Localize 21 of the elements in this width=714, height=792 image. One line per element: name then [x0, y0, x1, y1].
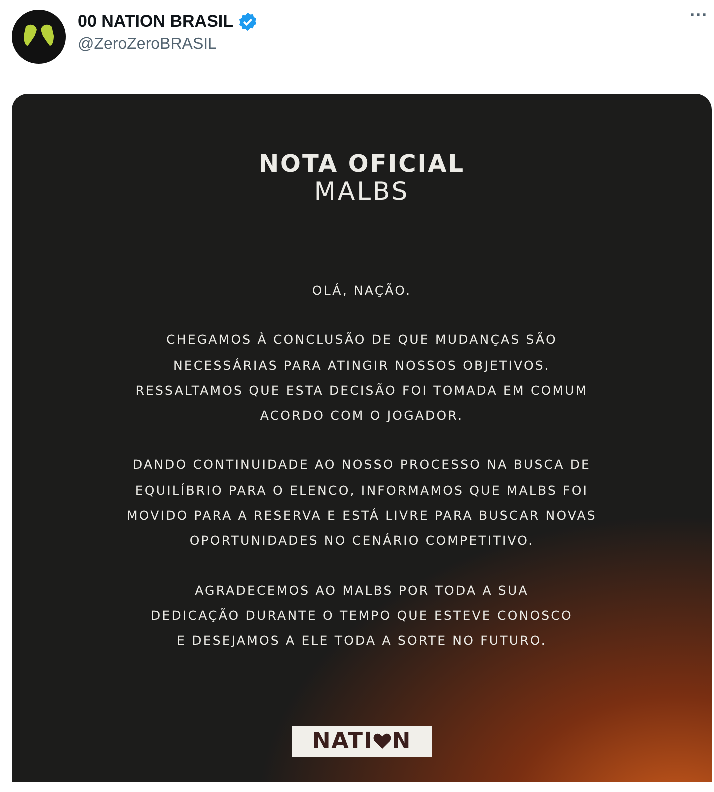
nation-logo: NATI N	[292, 726, 432, 757]
notice-line: E DESEJAMOS A ELE TODA A SORTE NO FUTURO.	[177, 632, 547, 650]
notice-line: NECESSÁRIAS PARA ATINGIR NOSSOS OBJETIVOS.	[173, 356, 551, 375]
notice-line: AGRADECEMOS AO MALBS POR TODA A SUA	[195, 582, 529, 600]
notice-line: OPORTUNIDADES NO CENÁRIO COMPETITIVO.	[190, 532, 534, 550]
image-title: NOTA OFICIAL	[258, 150, 466, 178]
image-subtitle: MALBS	[314, 178, 410, 206]
notice-line: ACORDO COM O JOGADOR.	[260, 407, 464, 426]
notice-line: DEDICAÇÃO DURANTE O TEMPO QUE ESTEVE CONOSCO	[151, 606, 573, 625]
avatar-icon[interactable]	[12, 10, 66, 64]
notice-line: RESSALTAMOS QUE ESTA DECISÃO FOI TOMADA EM COMUM	[136, 382, 588, 400]
notice-line: DANDO CONTINUIDADE AO NOSSO PROCESSO NA BUSCA DE	[132, 456, 592, 474]
notice-line: OLÁ, NAÇÃO.	[312, 282, 412, 300]
heart-icon	[373, 732, 392, 750]
post-image[interactable]	[12, 94, 712, 782]
notice-line: MOVIDO PARA A RESERVA E ESTÁ LIVRE PARA BUSCAR NOVAS	[127, 507, 597, 526]
author-name[interactable]: 00 NATION BRASIL	[78, 12, 234, 32]
author-handle[interactable]: @ZeroZeroBRASIL	[78, 36, 678, 54]
notice-line: EQUILÍBRIO PARA O ELENCO, INFORMAMOS QUE MALBS FOI	[135, 482, 589, 500]
notice-line: CHEGAMOS À CONCLUSÃO DE QUE MUDANÇAS SÃO	[166, 331, 558, 350]
more-button[interactable]: ···	[690, 6, 708, 24]
